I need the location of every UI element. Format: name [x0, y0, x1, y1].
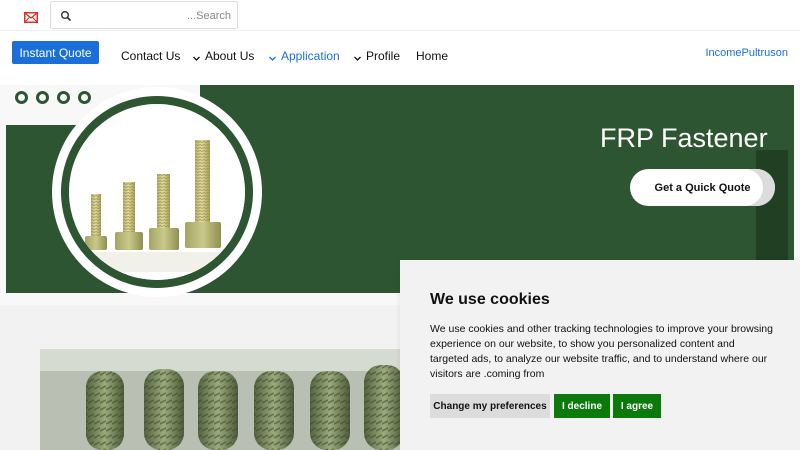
chevron-down-icon	[353, 52, 362, 61]
nav-item-contact-us[interactable]: Contact Us	[121, 48, 180, 64]
cookie-consent-banner: We use cookies We use cookies and other …	[400, 260, 800, 450]
frp-bolts-image	[69, 104, 245, 280]
search-input[interactable]	[79, 6, 231, 26]
slider-dots-bottom	[325, 276, 401, 289]
get-quick-quote-button[interactable]: Get a Quick Quote	[630, 169, 775, 206]
slider-dot[interactable]	[15, 91, 28, 104]
nav-item-application[interactable]: Application	[268, 48, 340, 64]
slider-dot[interactable]	[78, 91, 91, 104]
nav-item-about-us[interactable]: About Us	[192, 48, 254, 64]
chevron-down-icon	[268, 52, 277, 61]
nav-item-label: Home	[416, 49, 449, 63]
chevron-down-icon	[192, 52, 201, 61]
slider-dot[interactable]	[367, 276, 380, 289]
search-box[interactable]	[50, 1, 238, 29]
nav-item-label: Application	[281, 49, 340, 63]
brand-link[interactable]: IncomePultruson	[705, 47, 788, 59]
nav-item-label: About Us	[205, 49, 255, 63]
frp-threaded-rods-image	[40, 349, 410, 450]
search-icon[interactable]	[60, 9, 72, 22]
nav-item-profile[interactable]: Profile	[353, 48, 400, 64]
agree-button[interactable]: I agree	[613, 394, 661, 418]
slider-dot[interactable]	[325, 276, 338, 289]
slider-dots-top	[15, 91, 91, 104]
nav-item-label: Contact Us	[121, 49, 181, 63]
hero-band-top	[200, 85, 794, 125]
nav-item-home[interactable]: Home	[416, 48, 448, 64]
product-image-ring	[61, 96, 253, 288]
product-image-frame	[52, 87, 262, 297]
decline-button[interactable]: I decline	[554, 394, 610, 418]
slider-dot[interactable]	[36, 91, 49, 104]
hero-title: FRP Fastener	[600, 123, 768, 153]
slider-dot[interactable]	[57, 91, 70, 104]
top-bar	[0, 0, 800, 31]
slider-dot[interactable]	[346, 276, 359, 289]
cookie-description: We use cookies and other tracking techno…	[430, 323, 773, 380]
change-preferences-button[interactable]: Change my preferences	[430, 394, 550, 418]
nav-item-label: Profile	[366, 49, 401, 63]
cookie-title: We use cookies	[430, 291, 550, 308]
instant-quote-button[interactable]: Instant Quote	[12, 41, 99, 64]
envelope-icon[interactable]	[24, 10, 38, 23]
main-nav: Instant Quote Contact Us About Us Applic…	[0, 31, 800, 81]
